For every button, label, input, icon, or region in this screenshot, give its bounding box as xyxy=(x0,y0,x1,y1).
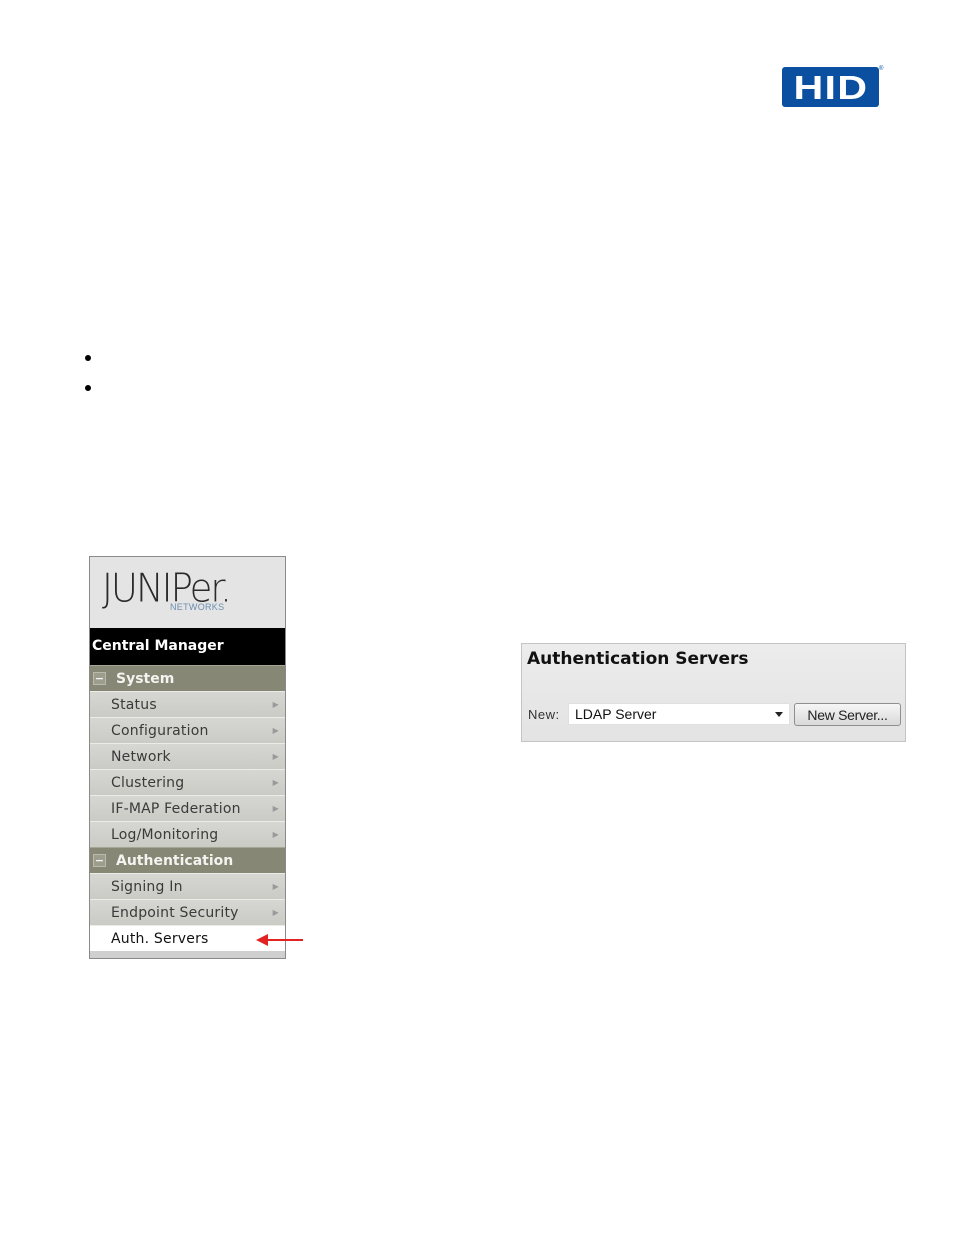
juniper-logo-sub: NETWORKS xyxy=(170,602,225,612)
chevron-right-icon: ▶ xyxy=(272,726,279,735)
juniper-logo: JUNIPer. NETWORKS xyxy=(90,557,285,628)
bullet-point xyxy=(85,355,91,361)
nav-section-system[interactable]: − System xyxy=(90,665,285,691)
nav-item-ifmap-federation[interactable]: IF-MAP Federation ▶ xyxy=(90,795,285,821)
chevron-right-icon: ▶ xyxy=(272,830,279,839)
server-type-select[interactable]: LDAP Server xyxy=(568,703,790,725)
nav-item-label: Endpoint Security xyxy=(111,904,239,921)
collapse-icon[interactable]: − xyxy=(93,672,106,685)
select-value: LDAP Server xyxy=(575,706,657,722)
nav-item-label: Configuration xyxy=(111,722,209,739)
nav-item-configuration[interactable]: Configuration ▶ xyxy=(90,717,285,743)
collapse-icon[interactable]: − xyxy=(93,854,106,867)
chevron-right-icon: ▶ xyxy=(272,882,279,891)
nav-item-status[interactable]: Status ▶ xyxy=(90,691,285,717)
nav-item-label: Auth. Servers xyxy=(111,930,209,947)
nav-section-authentication[interactable]: − Authentication xyxy=(90,847,285,873)
bullet-point xyxy=(85,385,91,391)
nav-item-clustering[interactable]: Clustering ▶ xyxy=(90,769,285,795)
nav-item-network[interactable]: Network ▶ xyxy=(90,743,285,769)
chevron-right-icon: ▶ xyxy=(272,700,279,709)
hid-logo-text: HID xyxy=(793,68,868,106)
chevron-right-icon: ▶ xyxy=(272,908,279,917)
registered-mark: ® xyxy=(879,66,884,72)
nav-item-label: Log/Monitoring xyxy=(111,826,219,843)
nav-item-label: Status xyxy=(111,696,157,713)
chevron-right-icon: ▶ xyxy=(272,804,279,813)
chevron-right-icon: ▶ xyxy=(272,778,279,787)
new-server-button[interactable]: New Server... xyxy=(794,703,901,726)
nav-item-endpoint-security[interactable]: Endpoint Security ▶ xyxy=(90,899,285,925)
hid-logo: HID xyxy=(782,67,879,107)
red-arrow-icon xyxy=(256,934,303,946)
juniper-nav-panel: JUNIPer. NETWORKS Central Manager − Syst… xyxy=(89,556,286,959)
nav-item-log-monitoring[interactable]: Log/Monitoring ▶ xyxy=(90,821,285,847)
nav-item-label: IF-MAP Federation xyxy=(111,800,241,817)
nav-item-label: Network xyxy=(111,748,171,765)
section-label: System xyxy=(116,670,175,687)
chevron-down-icon xyxy=(775,711,783,717)
nav-item-label: Clustering xyxy=(111,774,185,791)
auth-servers-panel: Authentication Servers New: LDAP Server … xyxy=(521,643,906,742)
auth-servers-title: Authentication Servers xyxy=(527,649,749,669)
nav-item-signing-in[interactable]: Signing In ▶ xyxy=(90,873,285,899)
nav-item-label: Signing In xyxy=(111,878,183,895)
section-label: Authentication xyxy=(116,852,234,869)
new-label: New: xyxy=(528,707,560,722)
central-manager-title: Central Manager xyxy=(90,628,285,665)
chevron-right-icon: ▶ xyxy=(272,752,279,761)
